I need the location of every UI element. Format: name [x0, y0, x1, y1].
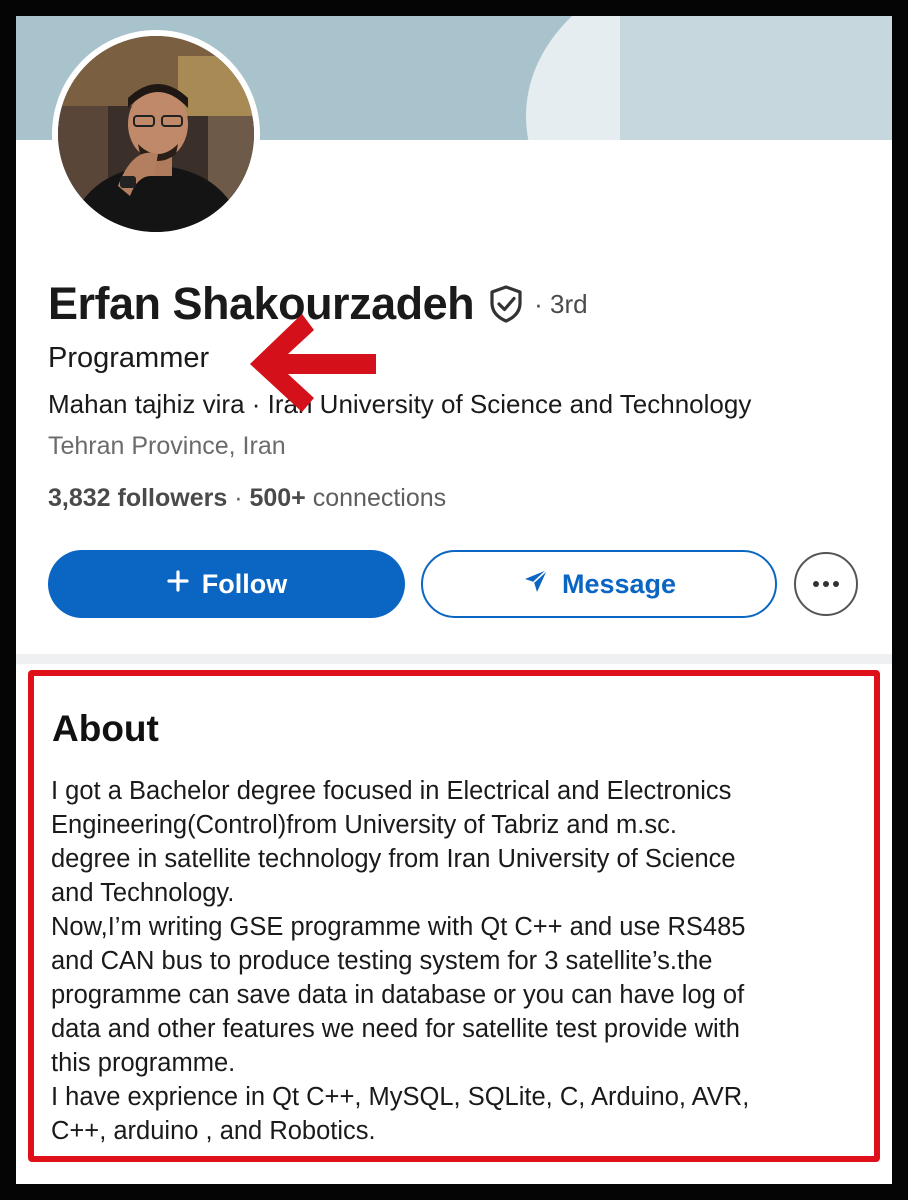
- more-horizontal-icon: [811, 575, 841, 593]
- shield-check-icon[interactable]: [488, 284, 524, 324]
- about-line: degree in satellite technology from Iran…: [51, 845, 736, 873]
- plus-icon: [166, 569, 190, 600]
- profile-headline: Programmer: [48, 342, 210, 374]
- avatar[interactable]: [52, 30, 260, 238]
- about-line: Engineering(Control)from University of T…: [51, 811, 677, 839]
- about-title: About: [52, 708, 159, 749]
- profile-subtitle[interactable]: Mahan tajhiz vira · Iran University of S…: [48, 389, 751, 420]
- about-line: Now,I’m writing GSE programme with Qt C+…: [51, 913, 746, 941]
- connections-label: connections: [305, 484, 447, 512]
- stats-separator: ·: [227, 484, 250, 512]
- profile-location: Tehran Province, Iran: [48, 432, 286, 460]
- message-button[interactable]: Message: [421, 550, 777, 618]
- about-line: this programme.: [51, 1049, 236, 1077]
- about-line: C++, arduino , and Robotics.: [51, 1117, 376, 1145]
- message-label: Message: [561, 568, 677, 599]
- about-line: I got a Bachelor degree focused in Elect…: [51, 777, 732, 805]
- follow-button[interactable]: Follow: [48, 550, 405, 618]
- section-divider: [16, 654, 892, 664]
- red-arrow-annotation: [250, 314, 376, 412]
- more-options-button[interactable]: [794, 552, 858, 616]
- profile-card: Erfan Shakourzadeh · 3rd Programmer Maha…: [16, 16, 892, 1184]
- about-line: and CAN bus to produce testing system fo…: [51, 947, 713, 975]
- about-line: and Technology.: [51, 879, 235, 907]
- about-section: About I got a Bachelor degree focused in…: [28, 670, 880, 1162]
- about-text: I got a Bachelor degree focused in Elect…: [51, 774, 871, 1148]
- connections-count[interactable]: 500+: [249, 484, 305, 512]
- followers-count[interactable]: 3,832 followers: [48, 484, 227, 512]
- follow-label: Follow: [201, 568, 288, 599]
- send-icon: [522, 567, 550, 602]
- about-line: data and other features we need for sate…: [51, 1015, 740, 1043]
- profile-stats: 3,832 followers · 500+ connections: [48, 484, 446, 513]
- connection-degree: · 3rd: [534, 288, 588, 319]
- about-line: I have exprience in Qt C++, MySQL, SQLit…: [51, 1083, 750, 1111]
- about-line: programme can save data in database or y…: [51, 981, 745, 1009]
